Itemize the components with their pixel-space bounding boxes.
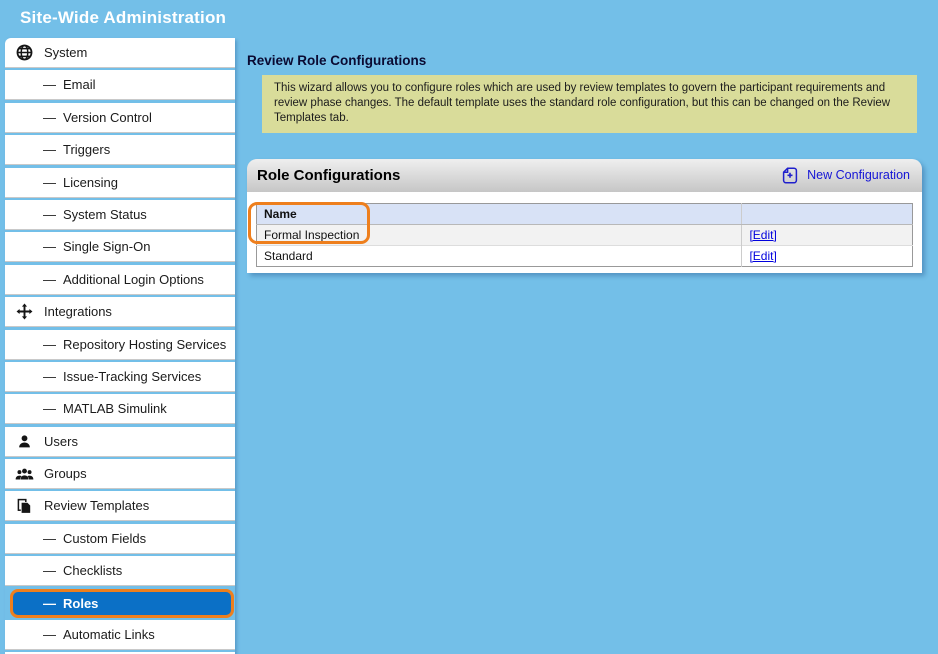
- sidebar-item-issue-tracking-services[interactable]: — Issue-Tracking Services: [5, 362, 235, 392]
- column-header-name: Name: [257, 203, 742, 224]
- sidebar-item-checklists[interactable]: — Checklists: [5, 556, 235, 586]
- sidebar-item-system-status[interactable]: — System Status: [5, 200, 235, 230]
- role-name-cell: Formal Inspection: [257, 224, 742, 245]
- sidebar-item-label: System: [44, 45, 87, 60]
- sidebar-item-label: Triggers: [63, 142, 110, 157]
- column-header-actions: [742, 203, 913, 224]
- sidebar-item-triggers[interactable]: — Triggers: [5, 135, 235, 165]
- sidebar-item-label: System Status: [63, 207, 147, 222]
- users-icon: [14, 465, 34, 482]
- sidebar-item-licensing[interactable]: — Licensing: [5, 168, 235, 198]
- sidebar-item-groups[interactable]: Groups: [5, 459, 235, 489]
- sidebar-item-label: Roles: [63, 596, 98, 611]
- sidebar-item-repository-hosting-services[interactable]: — Repository Hosting Services: [5, 330, 235, 360]
- section-heading: Review Role Configurations: [247, 53, 922, 68]
- sidebar-item-matlab-simulink[interactable]: — MATLAB Simulink: [5, 394, 235, 424]
- table-row: Standard [Edit]: [257, 245, 913, 266]
- new-configuration-link[interactable]: New Configuration: [782, 167, 912, 184]
- move-arrows-icon: [14, 303, 34, 320]
- main-content: Review Role Configurations This wizard a…: [247, 36, 922, 273]
- sidebar-item-label: Email: [63, 77, 96, 92]
- sidebar-item-single-sign-on[interactable]: — Single Sign-On: [5, 232, 235, 262]
- sidebar-item-email[interactable]: — Email: [5, 70, 235, 100]
- sidebar-item-label: Automatic Links: [63, 627, 155, 642]
- sidebar-item-label: Review Templates: [44, 498, 149, 513]
- sidebar-item-label: MATLAB Simulink: [63, 401, 167, 416]
- info-banner-text: This wizard allows you to configure role…: [274, 82, 890, 124]
- role-name-cell: Standard: [257, 245, 742, 266]
- add-document-icon: [782, 167, 798, 184]
- panel-header: Role Configurations New Configuration: [247, 159, 922, 192]
- title-bar: Site-Wide Administration: [0, 0, 938, 36]
- edit-link[interactable]: [Edit]: [749, 228, 776, 242]
- panel-title: Role Configurations: [257, 167, 782, 184]
- page-title: Site-Wide Administration: [20, 8, 226, 28]
- site-admin-page: Site-Wide Administration System — Email …: [0, 0, 938, 654]
- sidebar: System — Email — Version Control — Trigg…: [5, 38, 235, 654]
- sidebar-item-label: Additional Login Options: [63, 272, 204, 287]
- sidebar-item-additional-login-options[interactable]: — Additional Login Options: [5, 265, 235, 295]
- sidebar-item-version-control[interactable]: — Version Control: [5, 103, 235, 133]
- sidebar-item-integrations[interactable]: Integrations: [5, 297, 235, 327]
- user-icon: [14, 433, 34, 450]
- globe-icon: [14, 44, 34, 61]
- table-row: Formal Inspection [Edit]: [257, 224, 913, 245]
- role-configurations-table: Name Formal Inspection [Edit] Standard […: [256, 203, 913, 267]
- sidebar-item-label: Issue-Tracking Services: [63, 369, 201, 384]
- edit-link[interactable]: [Edit]: [749, 249, 776, 263]
- sidebar-item-label: Single Sign-On: [63, 239, 150, 254]
- sidebar-item-custom-fields[interactable]: — Custom Fields: [5, 524, 235, 554]
- role-configurations-panel: Role Configurations New Configuration Na…: [247, 159, 922, 273]
- sidebar-item-review-templates[interactable]: Review Templates: [5, 491, 235, 521]
- sidebar-item-users[interactable]: Users: [5, 427, 235, 457]
- sidebar-item-label: Users: [44, 434, 78, 449]
- documents-icon: [14, 497, 34, 514]
- sidebar-item-label: Groups: [44, 466, 87, 481]
- panel-body: Name Formal Inspection [Edit] Standard […: [247, 192, 922, 273]
- sidebar-item-automatic-links[interactable]: — Automatic Links: [5, 620, 235, 650]
- sidebar-item-label: Version Control: [63, 110, 152, 125]
- new-configuration-label: New Configuration: [807, 168, 910, 182]
- sidebar-item-roles[interactable]: — Roles: [10, 589, 234, 618]
- sidebar-item-label: Checklists: [63, 563, 122, 578]
- sidebar-item-label: Custom Fields: [63, 531, 146, 546]
- info-banner: This wizard allows you to configure role…: [262, 75, 917, 133]
- sidebar-item-label: Licensing: [63, 175, 118, 190]
- sidebar-item-label: Repository Hosting Services: [63, 337, 226, 352]
- sidebar-item-label: Integrations: [44, 304, 112, 319]
- sidebar-item-system[interactable]: System: [5, 38, 235, 68]
- table-header-row: Name: [257, 203, 913, 224]
